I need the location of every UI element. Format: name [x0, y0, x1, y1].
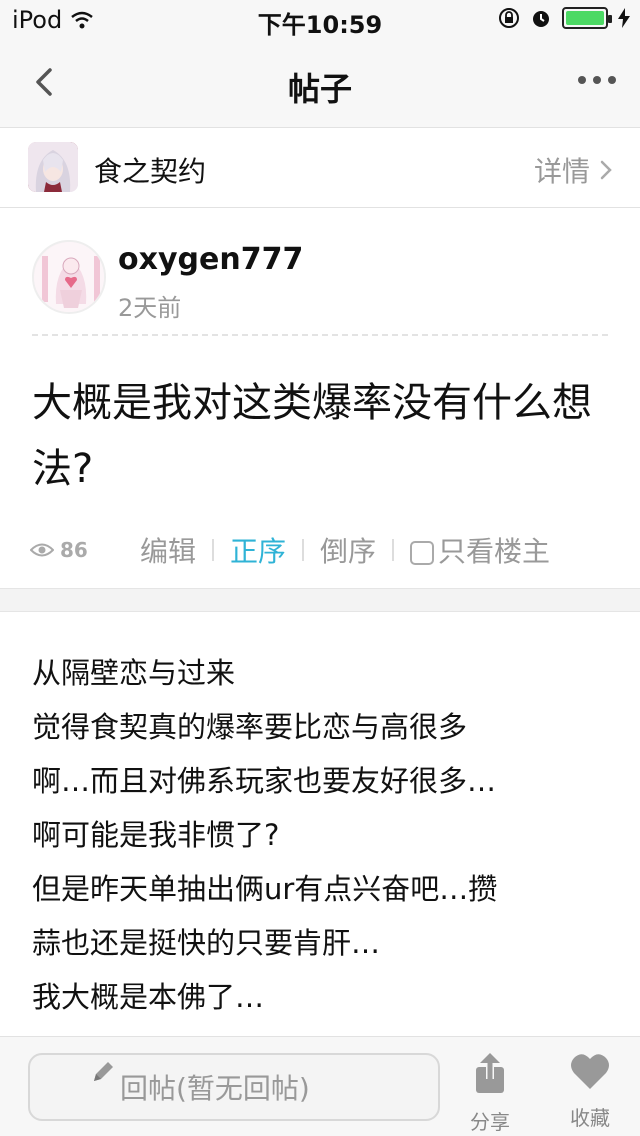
- toolbar-separator: [302, 539, 305, 561]
- nav-bar: 帖子: [0, 40, 640, 128]
- forum-detail-label: 详情: [533, 155, 590, 188]
- charging-icon: [618, 8, 630, 28]
- forum-name: 食之契约: [94, 155, 207, 188]
- reply-line: 但是昨天单抽出俩ur有点兴奋吧…攒: [32, 872, 498, 906]
- status-bar: iPod 下午10:59: [0, 0, 640, 40]
- battery-icon: [562, 7, 612, 29]
- post-toolbar: 86 编辑 正序 倒序 只看楼主: [30, 530, 622, 570]
- reply-text: 从隔壁恋与过来 觉得食契真的爆率要比恋与高很多 啊…而且对佛系玩家也要友好很多……: [32, 646, 620, 1024]
- more-dot-icon: [578, 76, 586, 84]
- status-right: [498, 7, 630, 29]
- only-op-toggle[interactable]: 只看楼主: [410, 530, 550, 570]
- share-icon: [476, 1053, 504, 1093]
- only-op-label: 只看楼主: [438, 535, 551, 568]
- divider: [32, 334, 608, 336]
- chevron-right-icon: [600, 160, 612, 180]
- eye-icon: [30, 543, 54, 557]
- more-dot-icon: [593, 76, 601, 84]
- heart-icon: [571, 1054, 609, 1089]
- page-title: 帖子: [287, 70, 352, 108]
- forum-avatar: [28, 142, 78, 192]
- post-title: 大概是我对这类爆率没有什么想法?: [32, 380, 592, 492]
- forum-detail-link[interactable]: 详情: [534, 150, 614, 190]
- reply-line: 蒜也还是挺快的只要肯肝…: [32, 926, 381, 960]
- edit-button[interactable]: 编辑: [140, 530, 196, 570]
- reply-content: 从隔壁恋与过来 觉得食契真的爆率要比恋与高很多 啊…而且对佛系玩家也要友好很多……: [0, 612, 640, 1036]
- author-name[interactable]: oxygen777: [118, 242, 303, 277]
- sort-descending-button[interactable]: 倒序: [320, 530, 376, 570]
- reply-line: 从隔壁恋与过来: [32, 656, 236, 690]
- alarm-icon: [533, 11, 549, 27]
- toolbar-separator: [392, 539, 395, 561]
- reply-line: 我大概是本佛了…: [32, 980, 265, 1014]
- bottom-bar: 回帖(暂无回帖) 分享 收藏: [0, 1036, 640, 1136]
- more-button[interactable]: [578, 76, 616, 84]
- forum-avatar-image: [28, 142, 78, 192]
- toolbar-separator: [212, 539, 215, 561]
- post-time: 2天前: [118, 294, 182, 322]
- share-label: 分享: [470, 1110, 510, 1134]
- battery-level: [566, 11, 604, 25]
- view-count-value: 86: [60, 538, 88, 562]
- post: oxygen777 2天前 大概是我对这类爆率没有什么想法? 86 编辑 正序 …: [0, 208, 640, 588]
- section-divider: [0, 588, 640, 612]
- favorite-label: 收藏: [570, 1106, 610, 1130]
- rotation-lock-icon: [499, 8, 519, 28]
- reply-line: 啊可能是我非惯了?: [32, 818, 280, 852]
- reply-line: 啊…而且对佛系玩家也要友好很多…: [32, 764, 497, 798]
- sort-ascending-button[interactable]: 正序: [230, 530, 286, 570]
- favorite-button[interactable]: 收藏: [550, 1051, 630, 1131]
- author-avatar[interactable]: [32, 240, 106, 314]
- more-dot-icon: [608, 76, 616, 84]
- view-count: 86: [30, 538, 140, 562]
- author-avatar-image: [34, 242, 104, 312]
- share-button[interactable]: 分享: [450, 1051, 530, 1134]
- reply-line: 觉得食契真的爆率要比恋与高很多: [32, 710, 468, 744]
- forum-row[interactable]: 食之契约 详情: [0, 128, 640, 208]
- pencil-icon: [94, 1062, 113, 1081]
- reply-input-placeholder: 回帖(暂无回帖): [120, 1072, 310, 1105]
- checkbox-icon: [410, 541, 435, 565]
